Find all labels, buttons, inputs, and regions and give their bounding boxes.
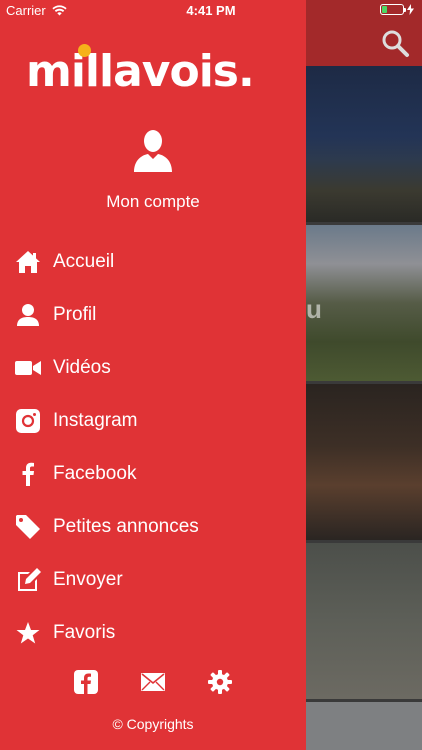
menu-item-envoyer[interactable]: Envoyer — [0, 558, 306, 602]
menu-label-envoyer: Envoyer — [53, 569, 123, 590]
menu-item-videos[interactable]: Vidéos — [0, 346, 306, 390]
menu-label-favoris: Favoris — [53, 622, 116, 643]
menu-item-favoris[interactable]: Favoris — [0, 611, 306, 655]
menu-item-facebook[interactable]: Facebook — [0, 452, 306, 496]
menu-item-instagram[interactable]: Instagram — [0, 399, 306, 443]
menu-label-profil: Profil — [53, 304, 97, 325]
logo-dot — [78, 44, 91, 57]
menu-label-videos: Vidéos — [53, 357, 111, 378]
edit-icon — [14, 566, 42, 594]
facebook-square-icon[interactable] — [72, 668, 100, 696]
feed-image-bottom[interactable] — [306, 702, 422, 750]
search-icon[interactable] — [380, 28, 410, 58]
menu-label-accueil: Accueil — [53, 251, 115, 272]
charging-bolt-icon — [407, 4, 414, 15]
status-time: 4:41 PM — [186, 3, 236, 18]
gear-icon[interactable] — [206, 668, 234, 696]
feed-image-city-night[interactable] — [306, 66, 422, 222]
menu-item-profil[interactable]: Profil — [0, 293, 306, 337]
feed-image-crowd[interactable] — [306, 384, 422, 540]
feed-image-grey[interactable] — [306, 543, 422, 699]
home-icon — [14, 248, 42, 276]
menu-item-petites-annonces[interactable]: Petites annonces — [0, 505, 306, 549]
feed-title-fragment: u — [306, 294, 322, 324]
menu-label-facebook: Facebook — [53, 463, 137, 484]
account-avatar-icon[interactable] — [132, 128, 174, 172]
status-bar: Carrier 4:41 PM — [0, 0, 422, 22]
tag-icon — [14, 513, 42, 541]
video-camera-icon — [14, 354, 42, 382]
side-drawer: millavois. Mon compte Accueil Profil Vid… — [0, 0, 306, 750]
account-label[interactable]: Mon compte — [0, 192, 306, 212]
menu-label-instagram: Instagram — [53, 410, 138, 431]
menu-label-petites-annonces: Petites annonces — [53, 516, 199, 537]
instagram-icon — [14, 407, 42, 435]
star-icon — [14, 619, 42, 647]
copyright-label: © Copyrights — [112, 716, 194, 732]
status-right — [380, 4, 414, 15]
app-logo: millavois. — [26, 46, 255, 97]
battery-fill — [382, 6, 387, 13]
mail-icon[interactable] — [139, 668, 167, 696]
feed-image-landscape[interactable] — [306, 225, 422, 381]
facebook-icon — [14, 460, 42, 488]
user-icon — [14, 301, 42, 329]
battery-icon — [380, 4, 406, 15]
drawer-footer-icons — [0, 668, 306, 698]
background-feed: u — [306, 0, 422, 750]
menu-item-accueil[interactable]: Accueil — [0, 240, 306, 284]
